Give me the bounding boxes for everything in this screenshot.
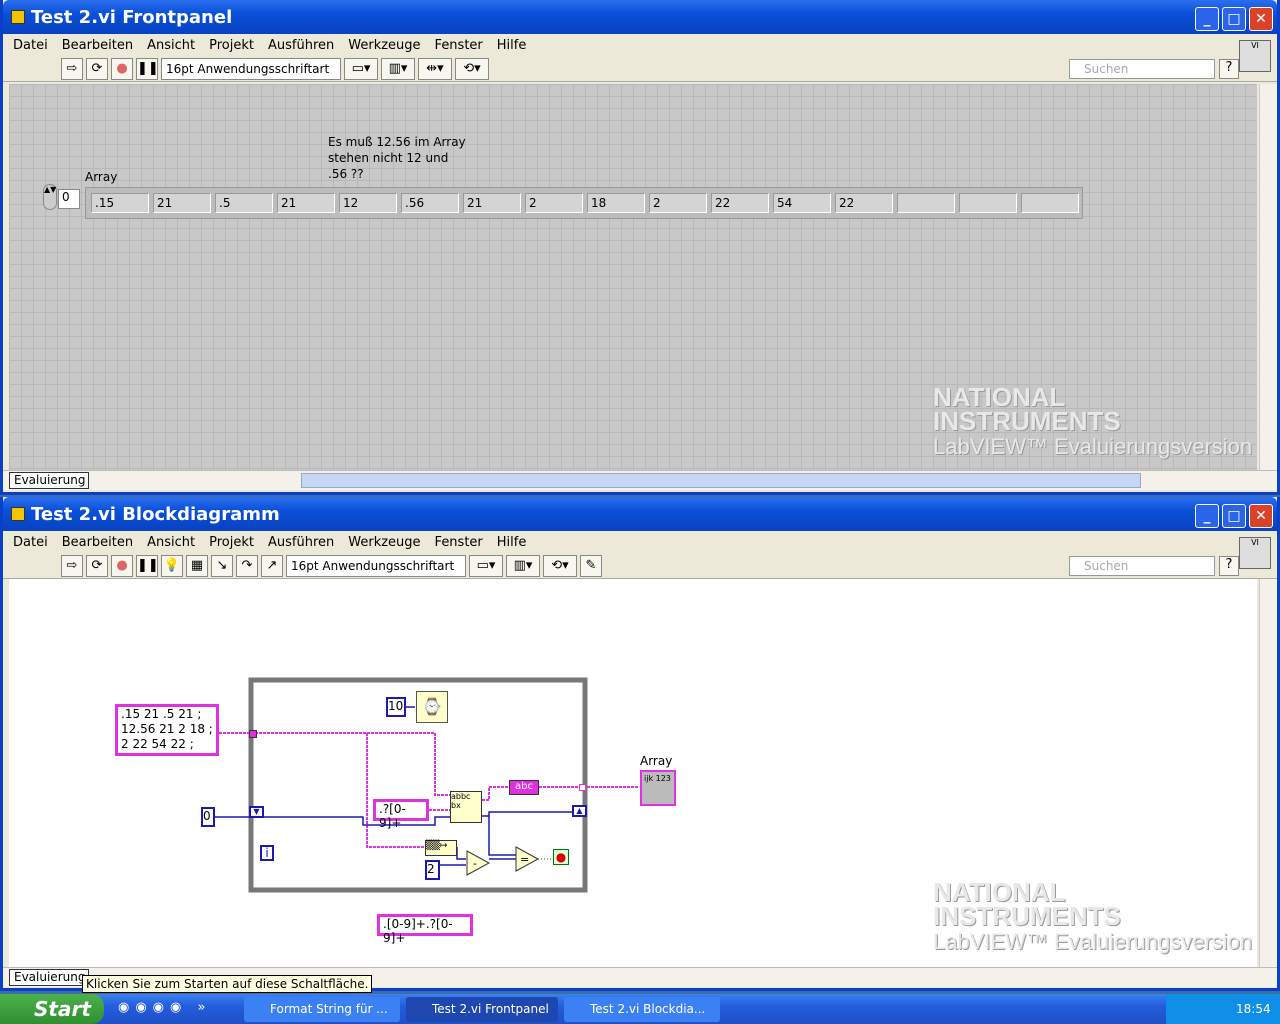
array-element[interactable]: 21 <box>277 193 335 213</box>
array-element[interactable]: 21 <box>153 193 211 213</box>
taskbar: Start ◉◉◉◉ » Format String für ... Test … <box>0 994 1280 1024</box>
abort-button[interactable]: ● <box>111 57 133 80</box>
array-element[interactable] <box>959 193 1017 213</box>
string-line: .15 21 .5 21 ; <box>121 707 202 721</box>
font-select[interactable]: 16pt Anwendungsschriftart <box>161 57 341 80</box>
resize-button[interactable]: ⇹▾ <box>418 57 452 80</box>
match-pattern-node: abbc bx <box>450 791 482 823</box>
iteration-terminal: i <box>260 845 274 861</box>
array-element[interactable] <box>897 193 955 213</box>
array-element[interactable]: .56 <box>401 193 459 213</box>
two-constant[interactable]: 2 <box>425 860 440 880</box>
array-element[interactable]: 2 <box>525 193 583 213</box>
system-tray: 18:54 <box>1166 994 1280 1024</box>
regex-constant[interactable]: .?[0-9]+ <box>373 799 429 830</box>
vertical-scrollbar[interactable] <box>1259 84 1277 470</box>
wm-l3: LabVIEW™ Evaluierungsversion <box>933 434 1253 459</box>
string-constant[interactable]: .15 21 .5 21 ; 12.56 21 2 18 ; 2 22 54 22 … <box>115 704 219 756</box>
wait-ms-constant[interactable]: 10 <box>386 697 406 717</box>
run-button[interactable]: ⇨ <box>61 57 83 80</box>
array-element[interactable]: 22 <box>711 193 769 213</box>
stop-terminal[interactable]: ● <box>553 849 569 865</box>
title-bar: Test 2.vi Frontpanel _ □ ✕ <box>3 0 1277 34</box>
regex2-constant[interactable]: .[0-9]+.?[0-9]+ <box>377 914 473 945</box>
maximize-button[interactable]: □ <box>1222 7 1246 31</box>
pause-button[interactable]: ❚❚ <box>136 57 159 80</box>
close-button[interactable]: ✕ <box>1249 7 1273 31</box>
build-array-node: abc <box>509 780 539 795</box>
shift-register-left: ▼ <box>249 806 264 818</box>
clock: 18:54 <box>1236 1002 1271 1016</box>
string-wire <box>219 732 450 796</box>
menu-ansicht[interactable]: Ansicht <box>147 38 195 53</box>
evaluation-label: Evaluierung <box>9 472 89 489</box>
wait-icon: ⌚ <box>416 691 448 723</box>
string-line: 12.56 21 2 18 ; <box>121 722 213 736</box>
toolbar: ⇨ ⟳ ● ❚❚ 16pt Anwendungsschriftart ▭▾ ▥▾ ⇹▾ ⟲▾… <box>3 40 1277 82</box>
minimize-button[interactable]: _ <box>1195 7 1219 31</box>
comment-label: Es muß 12.56 im Array stehen nicht 12 un… <box>328 135 466 181</box>
wm-l3: LabVIEW™ Evaluierungsversion <box>933 929 1253 954</box>
task-frontpanel[interactable]: Test 2.vi Frontpanel <box>406 997 558 1022</box>
horizontal-scrollbar[interactable]: Evaluierung <box>3 470 1277 490</box>
menu-bearbeiten[interactable]: Bearbeiten <box>62 38 133 53</box>
index-input[interactable]: 0 <box>58 189 80 209</box>
array-element[interactable]: 54 <box>773 193 831 213</box>
evaluation-label: Evaluierung <box>9 969 89 986</box>
ni-watermark: NATIONAL INSTRUMENTS LabVIEW™ Evaluierungs… <box>933 384 1253 459</box>
tooltip: Klicken Sie zum Starten auf diese Schalt… <box>82 975 373 993</box>
array-element[interactable]: 22 <box>835 193 893 213</box>
task-blockdiagram[interactable]: Test 2.vi Blockdia... <box>564 997 720 1022</box>
wm-l2: INSTRUMENTS <box>933 901 1121 931</box>
shift-register-right: ▲ <box>572 805 587 817</box>
menu-datei[interactable]: Datei <box>13 38 48 53</box>
match-wire <box>482 786 639 801</box>
distribute-button[interactable]: ▥▾ <box>381 57 415 80</box>
blockdiagram-window: Test 2.vi Blockdiagramm _ □ ✕ Datei Bearbei… <box>0 497 1280 991</box>
array-indicator-label: Array <box>640 754 673 768</box>
start-label: Start <box>34 997 91 1021</box>
menu-bar: Datei Bearbeiten Ansicht Projekt Ausführen We… <box>3 34 1277 56</box>
array-element[interactable] <box>1021 193 1079 213</box>
index-spinner[interactable]: ▲▼ <box>43 184 57 210</box>
vertical-scrollbar[interactable] <box>1259 579 1277 967</box>
string-line: 2 22 54 22 ; <box>121 737 194 751</box>
menu-ausfuehren[interactable]: Ausführen <box>268 38 334 53</box>
scroll-thumb[interactable] <box>301 473 1141 488</box>
task-firefox[interactable]: Format String für ... <box>244 997 400 1022</box>
array-element[interactable]: 18 <box>587 193 645 213</box>
frontpanel-window: Test 2.vi Frontpanel _ □ ✕ Datei Bearbeiten… <box>0 0 1280 495</box>
ni-watermark: NATIONAL INSTRUMENTS LabVIEW™ Evaluierungs… <box>933 879 1253 954</box>
loop-tunnel <box>249 730 257 738</box>
string-length-node: ▒▒↦ <box>425 840 457 856</box>
start-button[interactable]: Start <box>0 994 104 1024</box>
array-element[interactable]: 12 <box>339 193 397 213</box>
align-button[interactable]: ▭▾ <box>344 57 378 80</box>
vi-icon-pane: VI <box>1239 40 1271 72</box>
svg-text:-: - <box>473 857 477 870</box>
search-input[interactable]: Suchen <box>1069 58 1215 79</box>
menu-fenster[interactable]: Fenster <box>435 38 483 53</box>
array-element[interactable]: 21 <box>463 193 521 213</box>
window-title: Test 2.vi Frontpanel <box>31 6 233 28</box>
reorder-button[interactable]: ⟲▾ <box>455 57 489 80</box>
menu-hilfe[interactable]: Hilfe <box>497 38 527 53</box>
help-button[interactable]: ? <box>1219 58 1239 79</box>
svg-text:=: = <box>520 853 529 866</box>
menu-projekt[interactable]: Projekt <box>209 38 254 53</box>
vi-icon <box>11 10 25 24</box>
array-element[interactable]: .15 <box>91 193 149 213</box>
array-label: Array <box>85 170 118 184</box>
array-element[interactable]: .5 <box>215 193 273 213</box>
indexing-tunnel <box>579 784 586 791</box>
menu-werkzeuge[interactable]: Werkzeuge <box>348 38 420 53</box>
array-indicator[interactable]: ijk 123 <box>640 770 676 806</box>
init-constant[interactable]: 0 <box>201 807 215 827</box>
run-continuously-button[interactable]: ⟳ <box>86 57 108 80</box>
array-element[interactable]: 2 <box>649 193 707 213</box>
subtract-node <box>466 850 491 876</box>
quicklaunch-icons[interactable]: ◉◉◉◉ » <box>118 1000 211 1015</box>
wm-l2: INSTRUMENTS <box>933 406 1121 436</box>
